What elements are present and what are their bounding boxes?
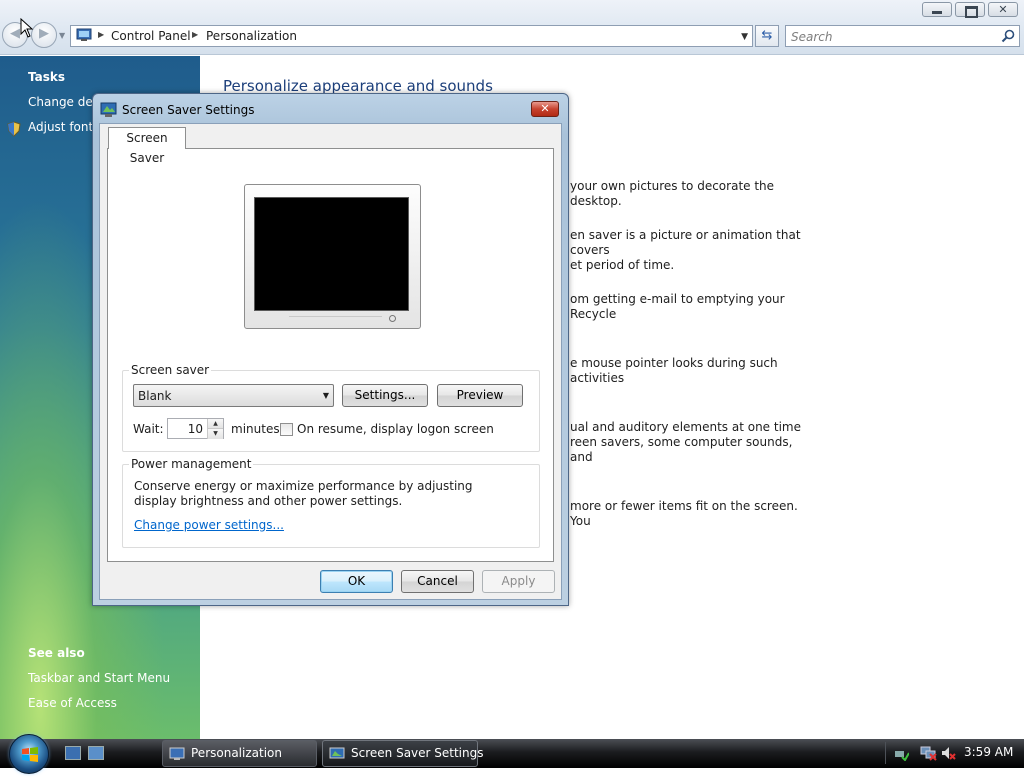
power-led-icon xyxy=(389,315,396,322)
power-management-group: Power management Conserve energy or maxi… xyxy=(122,457,540,548)
window-controls: ✕ xyxy=(922,2,1018,18)
recent-pages-dropdown[interactable]: ▼ xyxy=(59,31,65,40)
back-arrow-icon: ◀ xyxy=(10,26,20,41)
start-button[interactable] xyxy=(9,734,49,774)
mouse-cursor-icon xyxy=(20,18,34,38)
wait-minutes-stepper[interactable]: 10 ▲ ▼ xyxy=(167,418,224,439)
screen-saver-group: Screen saver Blank ▼ Settings... Preview… xyxy=(122,363,540,452)
taskbar-item-label: Personalization xyxy=(191,746,282,760)
address-bar[interactable]: ▶ Control Panel ▶ Personalization ▼ xyxy=(70,25,753,47)
screen-saver-settings-dialog: Screen Saver Settings ✕ Screen Saver Scr… xyxy=(92,93,569,606)
spin-up-icon[interactable]: ▲ xyxy=(207,419,223,429)
address-dropdown-icon[interactable]: ▼ xyxy=(741,32,748,42)
show-desktop-icon[interactable] xyxy=(65,746,81,760)
preview-screen xyxy=(254,197,409,311)
preview-button[interactable]: Preview xyxy=(437,384,523,407)
chevron-down-icon: ▼ xyxy=(322,391,329,400)
change-power-settings-link[interactable]: Change power settings... xyxy=(134,518,284,532)
search-icon[interactable] xyxy=(1001,29,1015,43)
resume-logon-checkbox[interactable] xyxy=(280,423,293,436)
minimize-button[interactable] xyxy=(922,2,952,17)
refresh-button[interactable]: ⇆ xyxy=(755,25,779,47)
taskbar-item-label: Screen Saver Settings xyxy=(351,746,484,760)
search-input[interactable]: Search xyxy=(785,25,1020,47)
breadcrumb-control-panel[interactable]: Control Panel xyxy=(111,29,191,43)
uac-shield-icon xyxy=(7,121,21,137)
ok-button[interactable]: OK xyxy=(320,570,393,593)
volume-icon[interactable] xyxy=(940,745,956,761)
display-settings-description: more or fewer items fit on the screen. Y… xyxy=(570,499,798,528)
screen-saver-description: en saver is a picture or animation that … xyxy=(570,228,801,272)
taskbar-screen-saver-settings[interactable]: Screen Saver Settings xyxy=(322,740,484,767)
explorer-toolbar: ✕ ◀ ▶ ▼ ▶ Control Panel ▶ Personalizatio… xyxy=(0,0,1024,55)
mouse-pointers-description: e mouse pointer looks during such activi… xyxy=(570,356,778,385)
breadcrumb-separator-icon: ▶ xyxy=(98,30,105,39)
tasks-heading: Tasks xyxy=(28,70,66,84)
screen-saver-icon xyxy=(329,747,345,759)
dialog-title: Screen Saver Settings xyxy=(122,103,255,117)
screen-saver-group-label: Screen saver xyxy=(129,363,212,377)
theme-description: ual and auditory elements at one time re… xyxy=(570,420,801,464)
wait-label: Wait: xyxy=(133,422,164,436)
windows-logo-icon xyxy=(22,747,38,762)
power-management-group-label: Power management xyxy=(129,457,254,471)
minutes-label: minutes xyxy=(231,422,280,436)
forward-arrow-icon: ▶ xyxy=(39,26,49,41)
taskbar-personalization[interactable]: Personalization xyxy=(162,740,317,767)
dialog-body: Screen Saver Screen saver Blank ▼ Settin… xyxy=(99,123,562,600)
forward-button[interactable]: ▶ xyxy=(31,22,57,48)
control-panel-icon xyxy=(76,28,92,41)
network-icon[interactable] xyxy=(920,745,938,761)
dialog-close-button[interactable]: ✕ xyxy=(531,101,559,117)
resume-logon-label[interactable]: On resume, display logon screen xyxy=(297,422,494,436)
screen-saver-selected: Blank xyxy=(138,389,172,403)
breadcrumb-separator-icon: ▶ xyxy=(192,30,199,39)
monitor-bezel xyxy=(289,316,382,325)
see-also-heading: See also xyxy=(28,646,85,660)
screen-saver-select[interactable]: Blank ▼ xyxy=(133,384,334,407)
tab-screen-saver[interactable]: Screen Saver xyxy=(108,127,186,165)
safely-remove-hardware-icon[interactable] xyxy=(893,745,909,761)
power-management-text: Conserve energy or maximize performance … xyxy=(134,479,473,508)
close-button[interactable]: ✕ xyxy=(988,2,1018,17)
sounds-description: om getting e-mail to emptying your Recyc… xyxy=(570,292,785,321)
link-taskbar-start-menu[interactable]: Taskbar and Start Menu xyxy=(28,671,170,685)
link-ease-of-access[interactable]: Ease of Access xyxy=(28,696,117,710)
switch-windows-icon[interactable] xyxy=(88,746,104,760)
tray-separator xyxy=(885,742,886,764)
apply-button[interactable]: Apply xyxy=(482,570,555,593)
breadcrumb-personalization[interactable]: Personalization xyxy=(206,29,297,43)
clock[interactable]: 3:59 AM xyxy=(964,745,1013,759)
settings-button[interactable]: Settings... xyxy=(342,384,428,407)
screen-saver-icon xyxy=(100,102,117,117)
search-placeholder: Search xyxy=(791,30,833,44)
monitor-preview xyxy=(244,184,421,329)
screen-saver-tab-panel: Screen saver Blank ▼ Settings... Preview… xyxy=(107,148,554,562)
maximize-button[interactable] xyxy=(955,2,985,18)
desktop-background-description: your own pictures to decorate the deskto… xyxy=(570,179,775,208)
wait-value: 10 xyxy=(187,422,203,436)
cancel-button[interactable]: Cancel xyxy=(401,570,474,593)
personalization-icon xyxy=(169,747,185,760)
spin-down-icon[interactable]: ▼ xyxy=(207,429,223,439)
taskbar: Personalization Screen Saver Settings 3:… xyxy=(0,734,1024,774)
